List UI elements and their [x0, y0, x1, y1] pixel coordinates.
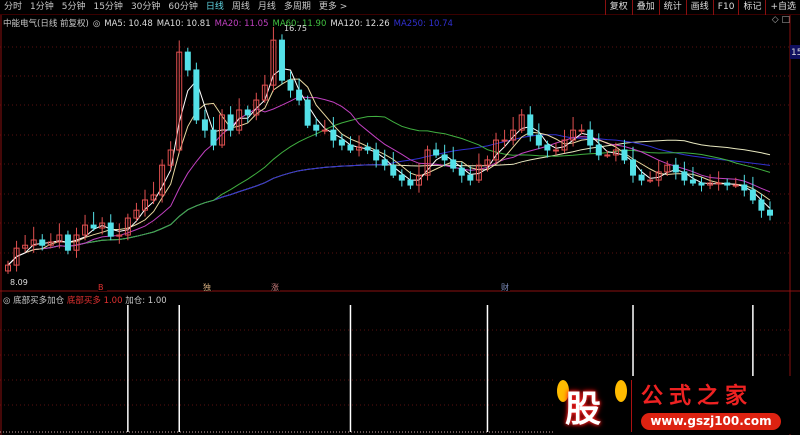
candle-body: [313, 124, 320, 131]
axis-price-label: 15: [791, 48, 800, 58]
candle-body: [724, 182, 731, 186]
candle-body: [672, 164, 679, 173]
buy-label: 底部买多: [66, 296, 101, 306]
candle-body: [193, 69, 200, 121]
candle-body: [321, 129, 328, 132]
event-marker: 独: [203, 282, 211, 292]
candle-body: [39, 239, 46, 246]
ma20-line: [7, 96, 771, 266]
candle-body: [527, 114, 534, 136]
candle-body: [364, 146, 371, 151]
candle-body: [630, 159, 637, 176]
logo-char: 股: [565, 389, 602, 430]
candle-body: [90, 224, 97, 229]
ma250-line: [7, 134, 771, 266]
candle-body: [373, 149, 380, 161]
candle-body: [210, 129, 217, 146]
logo-url: www.gszj100.com: [641, 413, 781, 430]
candle-body: [749, 189, 756, 201]
add-label: 加仓:: [125, 296, 146, 306]
logo-title: 公式之家: [641, 384, 754, 409]
candle-body: [689, 179, 696, 184]
candle-body: [681, 171, 688, 181]
candle-body: [741, 184, 748, 191]
high-price-label: 16.75: [284, 24, 307, 33]
candle-body: [347, 144, 354, 151]
candle-body: [578, 129, 585, 132]
candle-body: [767, 209, 773, 216]
candle-body: [458, 167, 465, 176]
candle-body: [441, 154, 448, 161]
event-marker: 涨: [271, 282, 279, 292]
candle-body: [587, 129, 594, 146]
watermark-logo: 股 公式之家 www.gszj100.com: [553, 376, 793, 434]
candle-body: [698, 182, 705, 186]
candle-body: [544, 144, 551, 151]
candle-body: [535, 134, 542, 146]
candle-body: [407, 179, 414, 186]
add-value: 1.00: [147, 296, 167, 306]
event-marker: 财: [501, 282, 509, 292]
event-marker: B: [98, 283, 104, 292]
candle-body: [758, 199, 765, 211]
candle-body: [201, 119, 208, 131]
candle-body: [244, 109, 251, 116]
candle-body: [390, 164, 397, 176]
candle-body: [433, 149, 440, 156]
indicator-title: ◎ 底部买多加仓 底部买多 1.00 加仓: 1.00: [3, 294, 167, 306]
candle-body: [338, 139, 345, 146]
candle-body: [732, 184, 739, 187]
candle-body: [604, 154, 611, 157]
candle-body: [638, 174, 645, 181]
candle-body: [287, 79, 294, 91]
candle-body: [450, 159, 457, 169]
candle-body: [304, 99, 311, 126]
candle-body: [621, 149, 628, 161]
settings-icon[interactable]: ◎: [3, 296, 10, 306]
kline-chart: 15 16.75 8.09 B 独 涨 财: [0, 15, 800, 435]
candle-body: [595, 144, 602, 156]
candle-body: [398, 174, 405, 181]
buy-value: 1.00: [103, 296, 123, 306]
candle-body: [381, 159, 388, 166]
low-price-label: 8.09: [10, 278, 28, 287]
indicator-name: 底部买多加仓: [13, 296, 65, 306]
candle-body: [227, 114, 234, 131]
candle-body: [715, 182, 722, 185]
candle-body: [107, 222, 114, 237]
candle-body: [647, 179, 654, 182]
candle-body: [330, 129, 337, 141]
candle-body: [184, 51, 191, 71]
candle-body: [278, 39, 285, 81]
candle-body: [467, 174, 474, 181]
ma60-line: [7, 115, 771, 266]
candle-body: [296, 89, 303, 101]
candle-body: [501, 139, 508, 142]
candle-body: [64, 234, 71, 251]
candle-body: [552, 149, 559, 152]
